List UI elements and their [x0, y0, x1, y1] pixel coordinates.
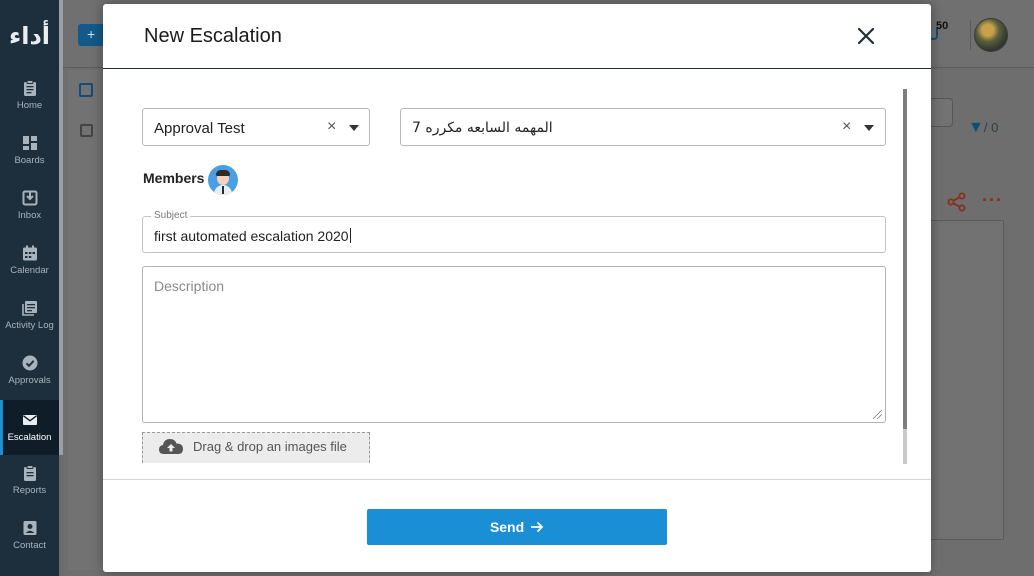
send-button[interactable]: Send — [367, 509, 667, 545]
modal-scrollbar[interactable] — [903, 89, 907, 464]
sidebar-item-reports[interactable]: Reports — [0, 465, 59, 520]
modal-header: New Escalation — [103, 4, 931, 69]
sidebar-item-activity-log[interactable]: Activity Log — [0, 300, 59, 355]
app-logo[interactable]: أداء — [0, 22, 59, 50]
clear-icon[interactable]: × — [327, 118, 336, 136]
send-label: Send — [489, 519, 525, 535]
cloud-upload-icon — [159, 439, 183, 454]
content-card — [931, 220, 1004, 540]
image-dropzone[interactable]: Drag & drop an images file — [142, 432, 370, 463]
dropzone-text: Drag & drop an images file — [193, 439, 347, 454]
check-circle-icon — [22, 355, 37, 371]
sidebar-item-label: Calendar — [10, 265, 49, 276]
sidebar-item-home[interactable]: Home — [0, 80, 59, 135]
notification-count: 50 — [936, 20, 949, 32]
resize-handle[interactable] — [873, 410, 882, 419]
avatar-tie — [222, 186, 224, 194]
close-icon[interactable] — [855, 25, 877, 47]
sidebar-item-escalation[interactable]: Escalation — [0, 400, 59, 455]
reports-icon — [23, 465, 36, 481]
contact-card-icon — [23, 521, 36, 535]
chevron-down-icon[interactable] — [864, 125, 874, 131]
sidebar-item-label: Inbox — [17, 210, 42, 221]
sidebar-item-label: Home — [16, 100, 43, 111]
clipboard-icon — [23, 80, 36, 96]
filter-icon: ▼ — [968, 119, 984, 136]
sidebar-item-inbox[interactable]: Inbox — [0, 190, 59, 245]
avatar-hair — [216, 170, 230, 176]
search-input[interactable] — [931, 98, 953, 127]
member-avatar[interactable] — [208, 165, 238, 195]
sidebar-item-contact[interactable]: Contact — [0, 520, 59, 575]
add-button[interactable]: + — [78, 24, 106, 46]
subject-value: first automated escalation 2020 — [154, 228, 349, 244]
sidebar-item-label: Escalation — [7, 432, 52, 443]
archive-icon[interactable] — [80, 124, 93, 137]
members-label: Members — [143, 170, 205, 186]
sidebar-item-label: Reports — [12, 485, 47, 496]
inbox-icon[interactable] — [79, 83, 93, 97]
sidebar-item-label: Boards — [14, 155, 45, 166]
activity-log-icon — [21, 301, 37, 316]
sidebar-item-label: Contact — [13, 540, 46, 551]
task-select[interactable]: المهمه السابعه مكرره 7 × — [400, 108, 886, 146]
description-placeholder: Description — [154, 278, 225, 294]
filter-control[interactable]: ▼/ 0 — [968, 119, 998, 137]
user-avatar[interactable] — [974, 18, 1008, 52]
more-options-icon[interactable]: ··· — [982, 190, 1003, 211]
new-escalation-modal: New Escalation Approval Test × المهمه ال… — [103, 4, 931, 572]
description-textarea[interactable]: Description — [142, 266, 886, 423]
task-select-value: المهمه السابعه مكرره 7 — [412, 120, 553, 136]
inbox-icon — [22, 190, 37, 206]
filter-count: / 0 — [983, 120, 999, 135]
subject-field[interactable]: Subject first automated escalation 2020 — [142, 210, 886, 253]
project-select-value: Approval Test — [154, 120, 245, 137]
modal-title: New Escalation — [144, 25, 282, 47]
calendar-icon — [22, 245, 37, 261]
sidebar-item-calendar[interactable]: Calendar — [0, 245, 59, 300]
project-select[interactable]: Approval Test × — [142, 108, 370, 146]
boards-icon — [22, 136, 37, 150]
arrow-right-icon — [531, 521, 544, 533]
clear-icon[interactable]: × — [842, 118, 851, 136]
sidebar-item-label: Activity Log — [5, 320, 54, 331]
sidebar-item-label: Approvals — [8, 375, 51, 386]
header-divider — [970, 20, 971, 50]
scrollbar-thumb[interactable] — [903, 89, 907, 429]
modal-footer: Send — [103, 479, 931, 572]
subject-label: Subject — [151, 210, 191, 221]
sidebar: أداء Home Boards Inbox Calendar Activity… — [0, 0, 59, 576]
envelope-icon — [22, 415, 37, 425]
sidebar-item-boards[interactable]: Boards — [0, 135, 59, 190]
share-icon[interactable] — [947, 192, 967, 212]
chevron-down-icon[interactable] — [349, 125, 359, 131]
